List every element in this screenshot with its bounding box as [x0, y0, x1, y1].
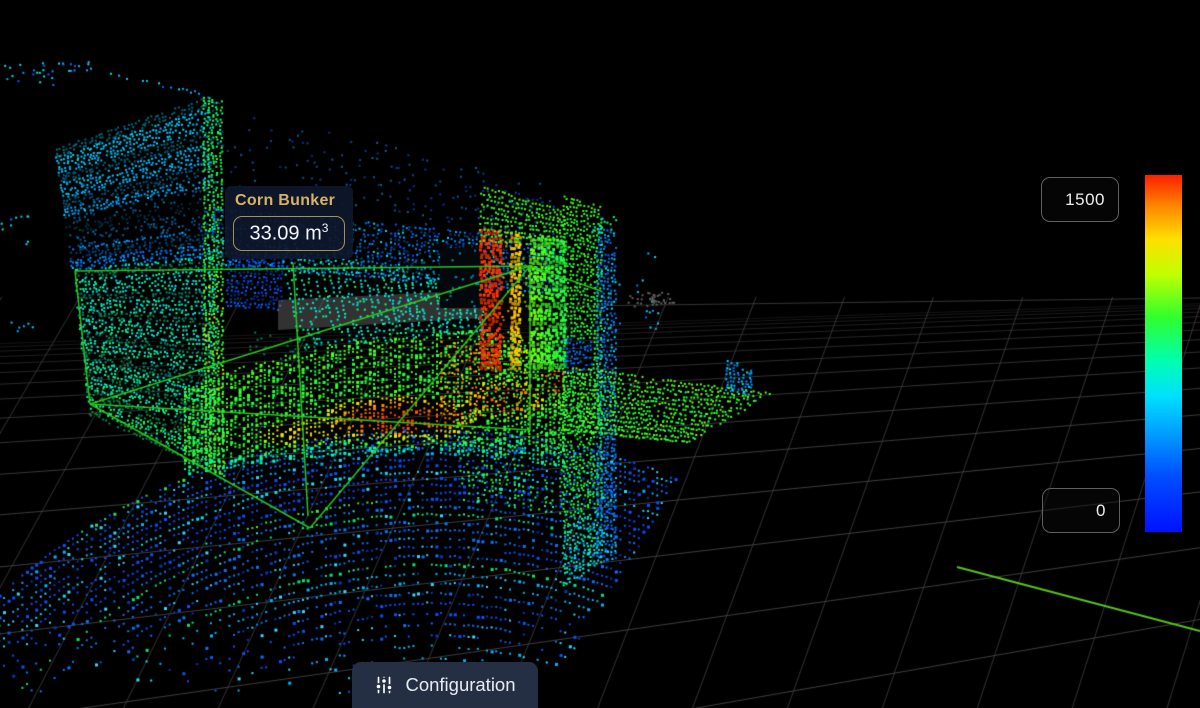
sliders-icon — [374, 675, 394, 695]
pointcloud-app: Corn Bunker 33.09 m3 1500 0 — [0, 0, 1200, 708]
volume-unit-exponent: 3 — [322, 221, 329, 235]
pointcloud-viewport[interactable] — [0, 0, 1200, 708]
configuration-button[interactable]: Configuration — [352, 662, 538, 708]
colorbar-max-input[interactable]: 1500 — [1041, 177, 1119, 222]
volume-value: 33.09 — [250, 223, 300, 245]
colorbar-min-label: 0 — [1096, 501, 1106, 521]
colorbar-min-input[interactable]: 0 — [1042, 488, 1120, 533]
colorbar-max-label: 1500 — [1065, 190, 1105, 210]
volume-unit: m — [305, 223, 322, 245]
configuration-label: Configuration — [405, 674, 515, 696]
height-colorbar — [1145, 175, 1182, 532]
tooltip-title: Corn Bunker — [225, 190, 353, 214]
volume-tooltip: Corn Bunker 33.09 m3 — [225, 186, 353, 259]
volume-value-box: 33.09 m3 — [233, 216, 345, 251]
